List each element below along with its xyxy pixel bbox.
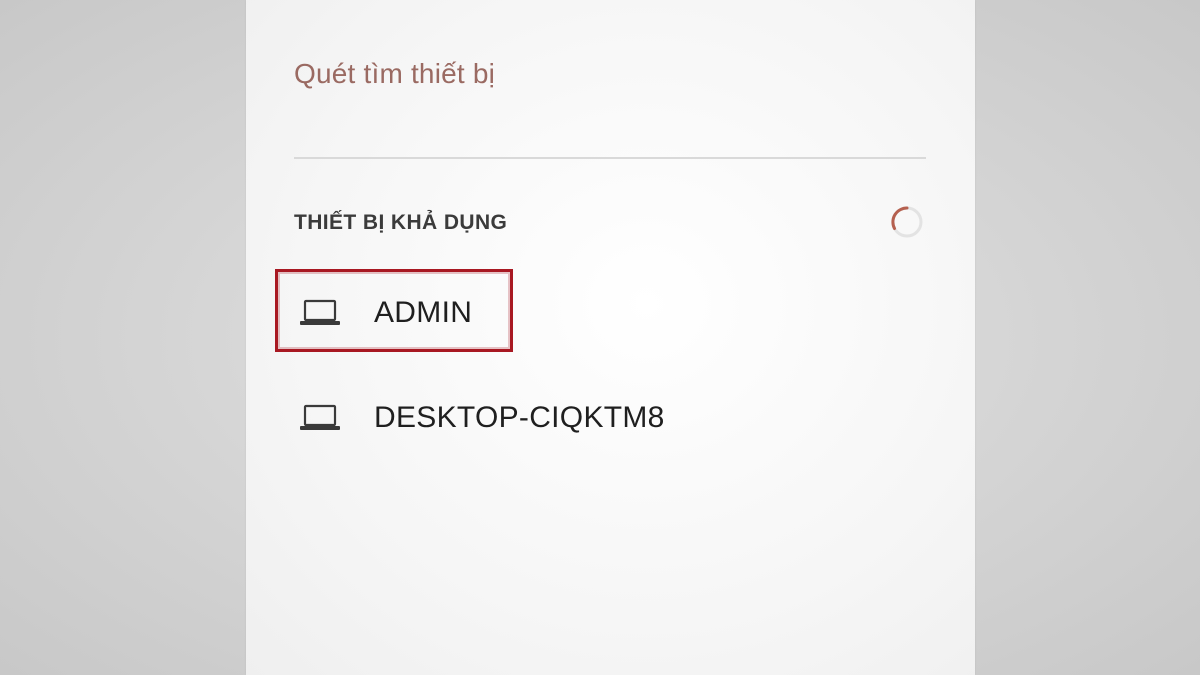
scan-devices-title: Quét tìm thiết bị — [294, 58, 496, 89]
available-devices-header: THIẾT BỊ KHẢ DỤNG — [294, 211, 508, 234]
title-divider — [294, 157, 926, 159]
device-item-admin[interactable]: ADMIN — [296, 283, 472, 343]
laptop-icon — [299, 403, 341, 433]
device-name: DESKTOP-CIQKTM8 — [374, 401, 665, 434]
loading-spinner-icon — [889, 204, 925, 240]
laptop-icon — [299, 298, 341, 328]
scan-devices-panel: Quét tìm thiết bị THIẾT BỊ KHẢ DỤNG ADMI… — [246, 0, 975, 675]
device-name: ADMIN — [374, 296, 473, 329]
device-item-desktop-ciqktm8[interactable]: DESKTOP-CIQKTM8 — [296, 388, 665, 448]
